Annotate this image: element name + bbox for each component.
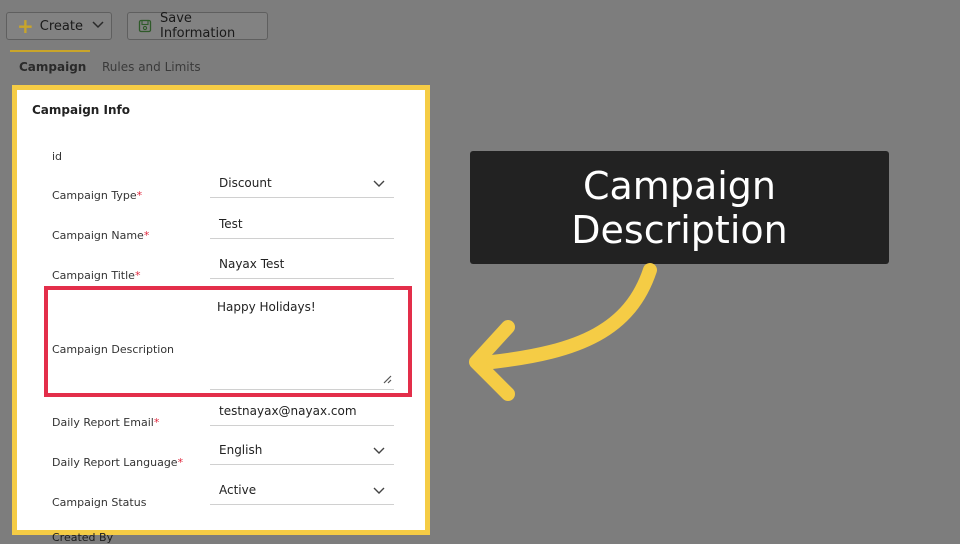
curved-arrow-icon	[469, 263, 657, 401]
